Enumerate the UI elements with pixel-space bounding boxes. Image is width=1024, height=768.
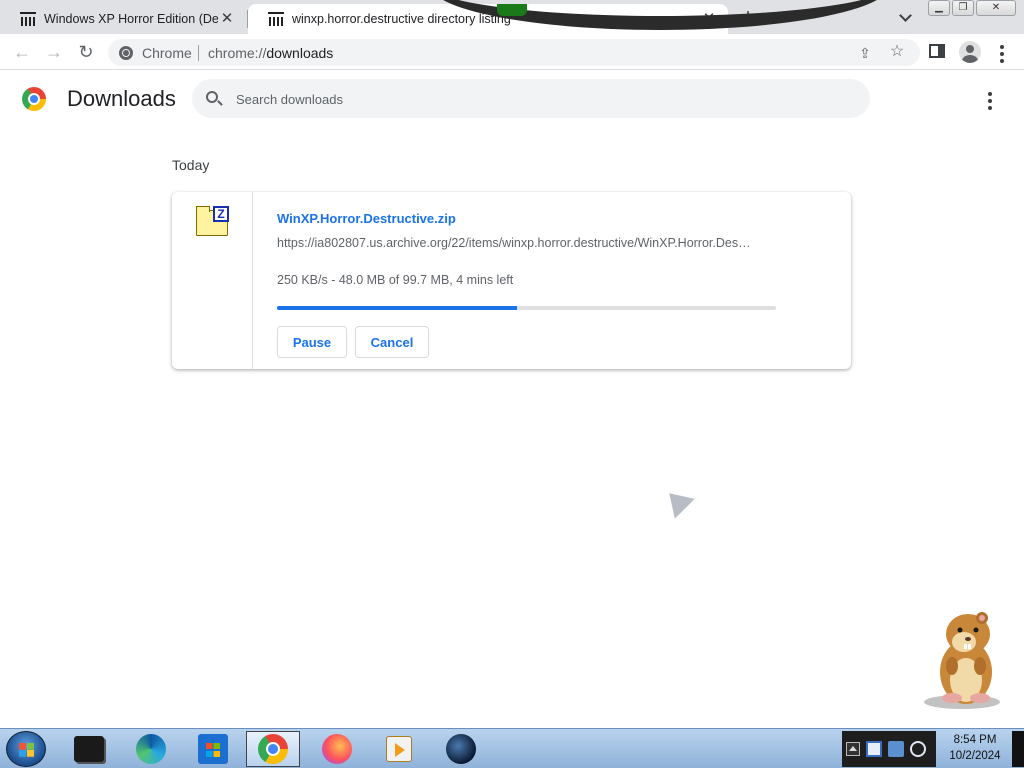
search-input[interactable] [236, 89, 836, 109]
browser-toolbar: ← → ↻ Chrome chrome://downloads ⇪ ☆ [0, 34, 1024, 70]
back-arrow-icon[interactable]: ← [10, 40, 34, 64]
system-tray [842, 731, 936, 767]
restore-button[interactable]: ❐ [952, 0, 974, 16]
clock-date: 10/2/2024 [949, 750, 1001, 762]
taskbar-media-player[interactable] [372, 731, 426, 767]
taskbar-terminal[interactable] [62, 731, 116, 767]
archive-org-icon [268, 12, 284, 26]
card-divider [252, 192, 253, 369]
hamster-mascot-icon [924, 612, 1000, 709]
page-title: Downloads [67, 86, 176, 111]
download-item-card: Z WinXP.Horror.Destructive.zip https://i… [172, 192, 851, 369]
reload-icon[interactable]: ↻ [74, 40, 98, 64]
tab-close-icon[interactable]: ✕ [218, 10, 236, 28]
archive-org-icon [20, 12, 36, 26]
download-source-url[interactable]: https://ia802807.us.archive.org/22/items… [277, 236, 777, 250]
download-progress-bar [277, 306, 776, 310]
search-icon[interactable] [206, 91, 218, 103]
show-hidden-icons-icon[interactable] [846, 742, 860, 756]
download-file-name[interactable]: WinXP.Horror.Destructive.zip [277, 211, 456, 226]
chrome-icon [258, 734, 288, 764]
chrome-logo-icon [22, 87, 46, 111]
show-desktop-button[interactable] [1012, 731, 1024, 767]
taskbar: 8:54 PM 10/2/2024 [0, 728, 1024, 768]
share-icon[interactable]: ⇪ [856, 44, 874, 62]
firefox-icon [322, 734, 352, 764]
tab-strip: Windows XP Horror Edition (Destructive) … [0, 0, 1024, 34]
edge-icon [136, 734, 166, 764]
tab-title: winxp.horror.destructive directory listi… [292, 12, 511, 26]
taskbar-edge[interactable] [124, 731, 178, 767]
shield-tray-icon[interactable] [866, 741, 882, 757]
profile-avatar-icon[interactable] [959, 41, 981, 63]
url-text[interactable]: chrome://downloads [208, 45, 333, 61]
chrome-chip-label: Chrome [142, 45, 192, 61]
taskbar-firefox[interactable] [310, 731, 364, 767]
new-tab-button[interactable]: + [736, 6, 760, 30]
pause-button[interactable]: Pause [277, 326, 347, 358]
downloads-menu-icon[interactable] [988, 92, 992, 110]
search-downloads-bar[interactable] [192, 79, 870, 118]
volume-tray-icon[interactable] [910, 741, 926, 757]
taskbar-clock[interactable]: 8:54 PM 10/2/2024 [940, 732, 1010, 764]
mouse-cursor-icon [659, 483, 695, 519]
download-progress-fill [277, 306, 518, 310]
chrome-chip-icon [119, 46, 133, 60]
minimize-button[interactable]: ▁ [928, 0, 950, 16]
tab-search-chevron-icon[interactable] [896, 9, 914, 27]
network-tray-icon[interactable] [888, 741, 904, 757]
zip-badge: Z [213, 206, 229, 222]
tab-close-icon[interactable]: ✕ [700, 10, 718, 28]
clock-time: 8:54 PM [953, 734, 997, 746]
browser-menu-icon[interactable] [1000, 45, 1004, 63]
tab-windows-xp-horror[interactable]: Windows XP Horror Edition (Destructive) … [0, 4, 246, 34]
download-status: 250 KB/s - 48.0 MB of 99.7 MB, 4 mins le… [277, 273, 514, 287]
globe-icon [446, 734, 476, 764]
url-separator [198, 45, 199, 61]
url-path: downloads [266, 45, 334, 61]
terminal-icon [74, 736, 104, 762]
cancel-button[interactable]: Cancel [355, 326, 429, 358]
forward-arrow-icon[interactable]: → [42, 40, 66, 64]
window-close-button[interactable]: ✕ [976, 0, 1016, 16]
zip-file-icon: Z [196, 206, 229, 236]
taskbar-dark-globe[interactable] [434, 731, 488, 767]
tab-title: Windows XP Horror Edition (Destructive) [44, 12, 218, 26]
microsoft-store-icon [198, 734, 228, 764]
start-button[interactable] [6, 731, 46, 767]
url-scheme: chrome:// [208, 45, 267, 61]
tab-directory-listing[interactable]: winxp.horror.destructive directory listi… [248, 4, 728, 34]
taskbar-chrome[interactable] [246, 731, 300, 767]
window-controls: ▁ ❐ ✕ [928, 0, 1016, 18]
date-section-header: Today [172, 157, 210, 173]
media-player-icon [386, 736, 412, 762]
address-bar[interactable]: Chrome chrome://downloads ⇪ ☆ [108, 39, 920, 66]
taskbar-store[interactable] [186, 731, 240, 767]
side-panel-icon[interactable] [929, 44, 945, 58]
bookmark-star-icon[interactable]: ☆ [888, 43, 906, 61]
